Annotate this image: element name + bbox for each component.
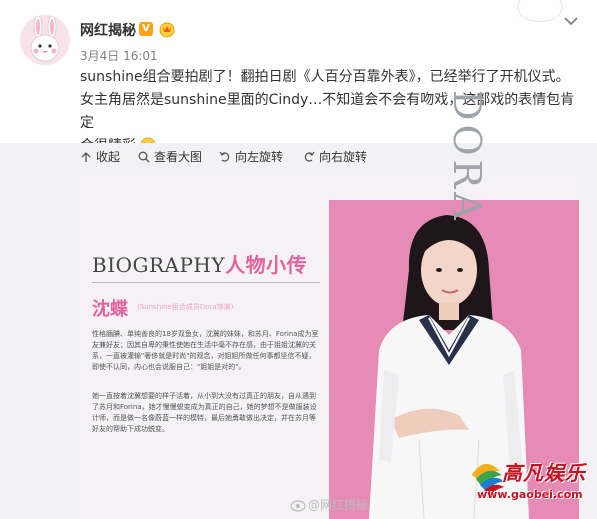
image-watermark: @网红揭秘 xyxy=(290,496,368,513)
rotate-left-button[interactable]: 向左旋转 xyxy=(219,148,283,165)
site-logo-url: www.gaobei.com xyxy=(477,488,583,501)
biography-panel: BIOGRAPHY人物小传 沈蝶 (Sunshine组合成员Dora饰演) 性格… xyxy=(79,172,329,519)
rotate-left-label: 向左旋转 xyxy=(235,150,284,164)
watermark-text: @网红揭秘 xyxy=(308,498,369,512)
author-name[interactable]: 网红揭秘 xyxy=(80,20,136,40)
character-cast-note: (Sunshine组合成员Dora饰演) xyxy=(137,303,234,311)
site-logo-text: 高凡娱乐 xyxy=(502,461,586,485)
side-text-dora: DORA xyxy=(445,90,489,224)
collapse-label: 收起 xyxy=(96,150,121,164)
author-avatar[interactable] xyxy=(20,15,70,65)
search-icon xyxy=(138,151,150,162)
decorative-stamp xyxy=(517,0,563,22)
post-text-line: 女主角居然是sunshine里面的Cindy…不知道会不会有吻戏，这部戏的表情包… xyxy=(80,92,575,131)
arrow-up-icon xyxy=(81,151,91,162)
rabbit-avatar-icon xyxy=(20,15,70,65)
bio-paragraph: 性格腼腆、单纯善良的18岁双鱼女，沈冀的妹妹，和苏月、Forina成为室友兼好友… xyxy=(92,330,319,371)
collapse-button[interactable]: 收起 xyxy=(80,148,120,165)
post-text-line: sunshine组合要拍剧了！翻拍日剧《人百分百靠外表》，已经举行了开机仪式。 xyxy=(80,69,570,85)
biography-title: BIOGRAPHY人物小传 xyxy=(92,249,307,278)
divider xyxy=(92,282,320,283)
rotate-right-icon xyxy=(304,151,315,162)
verified-icon: V xyxy=(139,22,153,36)
view-large-label: 查看大图 xyxy=(154,150,203,164)
biography-title-cn: 人物小传 xyxy=(225,253,308,277)
post-header: 网红揭秘 V 3月4日 16:01 xyxy=(0,0,597,65)
post-time[interactable]: 3月4日 16:01 xyxy=(80,47,158,64)
image-toolbar: 收起 查看大图 向左旋转 向右旋转 xyxy=(0,143,597,169)
character-name: 沈蝶 xyxy=(92,299,128,320)
vip-badge-icon[interactable] xyxy=(158,20,176,38)
chevron-down-icon[interactable] xyxy=(563,15,579,27)
weibo-icon xyxy=(290,499,306,512)
rotate-right-button[interactable]: 向右旋转 xyxy=(303,148,367,165)
bio-paragraph: 她一直按着沈冀想要的样子活着，从小到大没有过真正的朋友，自从遇到了苏月和Fori… xyxy=(92,392,317,433)
view-large-button[interactable]: 查看大图 xyxy=(138,148,202,165)
biography-title-en: BIOGRAPHY xyxy=(92,253,226,277)
rotate-left-icon xyxy=(219,151,230,162)
rotate-right-label: 向右旋转 xyxy=(319,150,368,164)
